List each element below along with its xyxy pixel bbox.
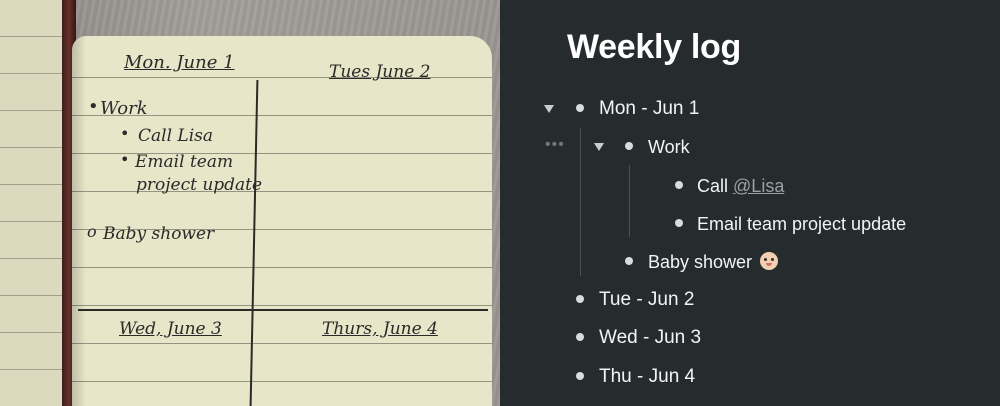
hw-bullet-baby: o: [87, 222, 97, 241]
list-item-wed[interactable]: Wed - Jun 3: [500, 322, 1000, 352]
hw-heading-tue: Tues June 2: [329, 62, 431, 82]
hw-bullet-work: •: [88, 96, 99, 117]
list-item-mon[interactable]: Mon - Jun 1: [500, 93, 1000, 123]
item-label-mon[interactable]: Mon - Jun 1: [599, 98, 699, 120]
list-item-baby-shower[interactable]: Baby shower: [500, 246, 1000, 276]
bullet-icon[interactable]: [576, 372, 584, 380]
bullet-icon[interactable]: [576, 333, 584, 341]
hw-entry-call: Call Lisa: [138, 126, 214, 146]
item-label-email[interactable]: Email team project update: [697, 214, 906, 235]
hw-entry-project-update: project update: [136, 175, 263, 195]
list-item-tue[interactable]: Tue - Jun 2: [500, 284, 1000, 314]
bullet-icon[interactable]: [675, 181, 683, 189]
bullet-icon[interactable]: [675, 219, 683, 227]
hw-entry-work: Work: [100, 98, 148, 119]
item-label-wed[interactable]: Wed - Jun 3: [599, 327, 701, 349]
list-item-call[interactable]: Call @Lisa: [500, 170, 1000, 200]
collapse-caret-icon[interactable]: [544, 105, 554, 113]
list-item-work[interactable]: ••• Work: [500, 131, 1000, 161]
hw-bullet-call: •: [120, 124, 130, 143]
item-label-work[interactable]: Work: [648, 137, 690, 158]
item-label-baby-shower[interactable]: Baby shower: [648, 252, 752, 273]
weekly-log-panel: Weekly log Mon - Jun 1 ••• Work Call @Li…: [500, 0, 1000, 406]
mention-link-lisa[interactable]: @Lisa: [733, 176, 784, 196]
list-item-thu[interactable]: Thu - Jun 4: [500, 361, 1000, 391]
item-label-tue[interactable]: Tue - Jun 2: [599, 289, 694, 311]
bullet-icon[interactable]: [576, 295, 584, 303]
collapse-caret-icon[interactable]: [594, 143, 604, 151]
notebook-page: [72, 36, 492, 406]
hw-heading-thu: Thurs, June 4: [322, 319, 438, 339]
hw-bullet-email: •: [120, 150, 130, 169]
drag-handle-icon[interactable]: •••: [545, 136, 565, 154]
page-title: Weekly log: [567, 28, 741, 66]
bullet-icon[interactable]: [576, 104, 584, 112]
item-label-thu[interactable]: Thu - Jun 4: [599, 366, 695, 388]
screenshot: Mon. June 1 Tues June 2 • Work • Call Li…: [0, 0, 1000, 406]
call-text: Call: [697, 176, 729, 196]
item-label-call[interactable]: Call @Lisa: [697, 176, 784, 197]
baby-face-icon: [760, 252, 778, 270]
hw-entry-email: Email team: [135, 152, 234, 172]
list-item-email[interactable]: Email team project update: [500, 208, 1000, 238]
hw-heading-mon: Mon. June 1: [124, 52, 235, 73]
notebook-photo: Mon. June 1 Tues June 2 • Work • Call Li…: [0, 0, 500, 406]
page-divider-horizontal: [78, 309, 488, 311]
hw-heading-wed: Wed, June 3: [119, 319, 222, 339]
bullet-icon[interactable]: [625, 142, 633, 150]
bullet-icon[interactable]: [625, 257, 633, 265]
hw-entry-baby: Baby shower: [103, 224, 215, 244]
